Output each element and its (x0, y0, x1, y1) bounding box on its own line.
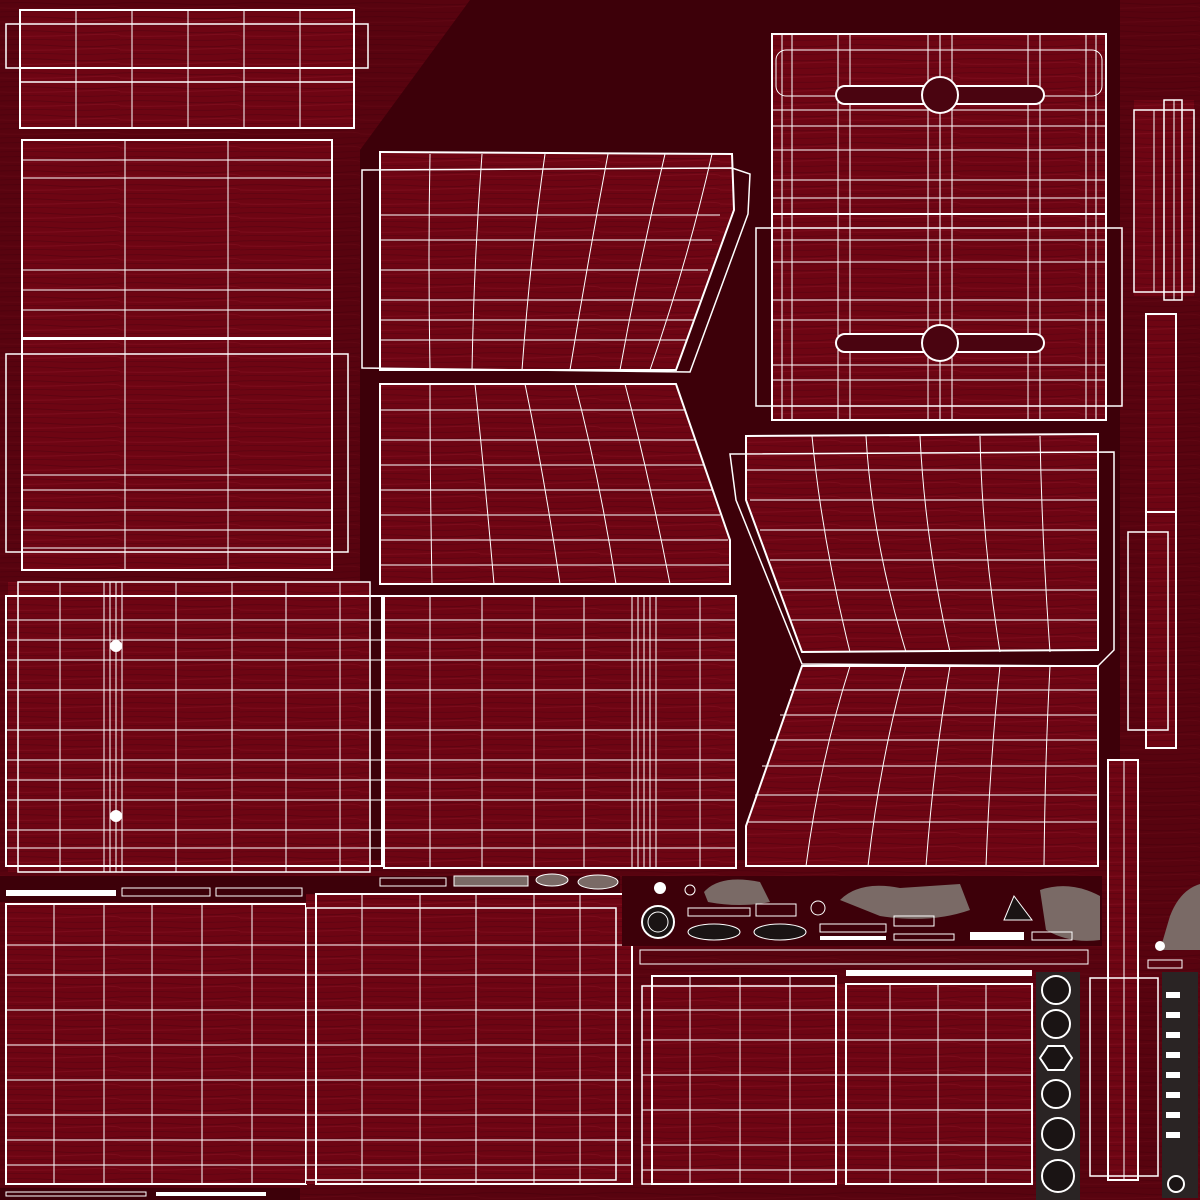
ring-icon (1041, 1079, 1071, 1109)
uv-island-center-lower-panel (379, 369, 731, 585)
uv-island-right-mid-panel (755, 213, 1123, 421)
hole-cutout-top (921, 76, 959, 114)
fan-icon (1041, 1117, 1075, 1151)
vent-icon (1041, 1159, 1075, 1193)
uv-island-bottom-right-panel (641, 975, 1034, 1185)
uv-texture-map (0, 0, 1200, 1200)
uv-island-bottom-left-panel (5, 903, 307, 1185)
uv-island-round-hardware-column (1036, 972, 1080, 1200)
uv-island-left-mid-panel (5, 337, 349, 571)
uv-island-left-upper-panel (21, 139, 333, 341)
uv-island-bottom-center-panel (305, 893, 633, 1185)
dial-icon (1041, 1009, 1071, 1039)
knob-icon (641, 905, 675, 939)
uv-island-center-lower-wide-panel (383, 595, 737, 869)
uv-island-right-lower-panel (745, 665, 1099, 867)
hole-cutout-bottom (921, 324, 959, 362)
uv-island-top-left-strip (5, 9, 369, 129)
uv-island-right-top-panel (771, 33, 1107, 215)
uv-island-bottom-edge-strip (0, 1188, 300, 1200)
grill-icon (1041, 975, 1071, 1005)
uv-island-left-lower-panel (5, 581, 383, 873)
nut-icon (1038, 1045, 1074, 1071)
